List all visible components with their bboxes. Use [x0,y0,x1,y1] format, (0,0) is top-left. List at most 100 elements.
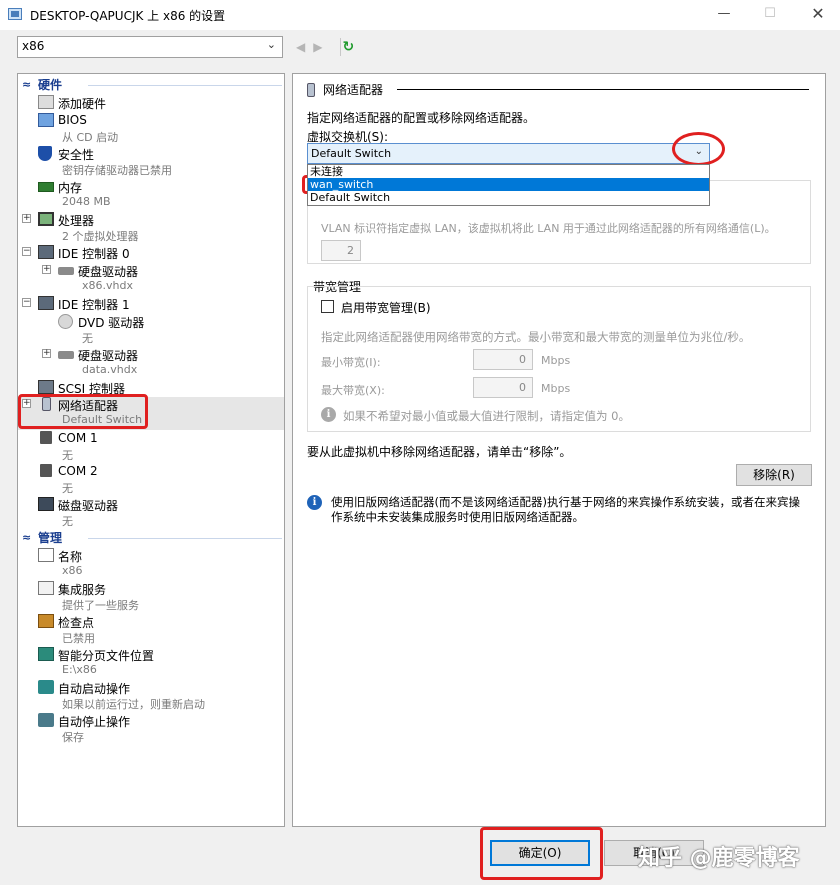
bandwidth-description: 指定此网络适配器使用网络带宽的方式。最小带宽和最大带宽的测量单位为兆位/秒。 [321,330,751,344]
header-divider [397,89,809,90]
close-button[interactable]: ✕ [806,4,830,24]
bandwidth-checkbox-label: 启用带宽管理(B) [341,301,431,315]
tree-item-checkpoints[interactable]: 检查点 已禁用 [18,614,284,647]
tree-item-processor[interactable]: + 处理器 2 个虚拟处理器 [18,212,284,245]
min-bandwidth-value: 0 [519,353,526,366]
toolbar-divider [340,38,341,56]
tree-item-label: 名称 [58,550,83,564]
min-bandwidth-label: 最小带宽(I): [321,356,381,369]
tree-item-auto-stop[interactable]: 自动停止操作 保存 [18,713,284,746]
min-bandwidth-input[interactable]: 0 [473,349,533,370]
tree-item-ide1[interactable]: − IDE 控制器 1 [18,296,284,314]
tree-item-ide0[interactable]: − IDE 控制器 0 [18,245,284,263]
max-bandwidth-input[interactable]: 0 [473,377,533,398]
maximize-button[interactable]: ☐ [758,4,782,24]
vlan-id-input[interactable]: 2 [321,240,361,261]
dropdown-option[interactable]: Default Switch [308,191,709,204]
tree-item-label: IDE 控制器 1 [58,298,130,312]
com-port-icon [40,431,52,444]
minimize-button[interactable]: — [712,4,736,24]
remove-button[interactable]: 移除(R) [736,464,812,486]
legacy-adapter-info: 使用旧版网络适配器(而不是该网络适配器)执行基于网络的来宾操作系统安装，或者在来… [331,495,800,524]
dropdown-option[interactable]: 未连接 [308,165,709,178]
tree-item-label: COM 1 [58,431,98,445]
tree-item-detail: 密钥存储驱动器已禁用 [62,164,172,177]
tree-item-label: 自动启动操作 [58,682,131,696]
category-hardware[interactable]: ≈ 硬件 [18,77,284,93]
expand-icon[interactable]: + [22,214,31,223]
tree-item-detail: 保存 [62,731,84,744]
tree-item-detail: 已禁用 [62,632,95,645]
expand-icon[interactable]: + [42,349,51,358]
tree-item-bios[interactable]: BIOS 从 CD 启动 [18,113,284,146]
tree-item-dvd[interactable]: DVD 驱动器 无 [18,314,284,347]
tree-item-label: 硬盘驱动器 [78,265,139,279]
tree-item-hdd1[interactable]: + 硬盘驱动器 data.vhdx [18,347,284,380]
category-management-label: 管理 [38,531,63,545]
tree-item-detail: 2 个虚拟处理器 [62,230,139,243]
tree-item-detail: 无 [62,515,73,528]
dropdown-option-selected[interactable]: wan_switch [308,178,709,191]
tree-item-label: 检查点 [58,616,95,630]
category-hardware-label: 硬件 [38,78,63,92]
tree-item-hdd0[interactable]: + 硬盘驱动器 x86.vhdx [18,263,284,296]
virtual-switch-select[interactable]: Default Switch ⌄ [307,143,710,164]
add-hardware-icon [38,95,54,109]
back-arrow-icon[interactable]: ◀ [296,40,305,54]
tree-item-label: IDE 控制器 0 [58,247,130,261]
bios-icon [38,113,54,127]
panel-header: 网络适配器 [307,81,383,98]
expand-icon[interactable]: + [22,399,31,408]
tree-item-network-adapter[interactable]: + 网络适配器 Default Switch [18,397,284,430]
info-icon: i [321,407,336,422]
bandwidth-limit-hint: 如果不希望对最小值或最大值进行限制，请指定值为 0。 [343,409,630,423]
ok-button[interactable]: 确定(O) [490,840,590,866]
expand-icon[interactable]: + [42,265,51,274]
ide-controller-icon [38,296,54,310]
max-bandwidth-label: 最大带宽(X): [321,384,385,397]
chevron-down-icon: ⌄ [694,146,703,157]
refresh-icon[interactable]: ↻ [342,39,354,55]
tree-item-label: 添加硬件 [58,97,107,111]
collapse-caret-icon[interactable]: ≈ [22,530,31,546]
bandwidth-checkbox[interactable] [321,300,334,313]
auto-stop-icon [38,713,54,727]
tree-item-label: 集成服务 [58,583,107,597]
vm-selector[interactable]: x86 ⌄ [17,36,283,58]
tree-item-label: 自动停止操作 [58,715,131,729]
forward-arrow-icon[interactable]: ▶ [313,40,322,54]
tree-item-detail: 无 [62,449,73,462]
panel-title: 网络适配器 [323,83,384,97]
category-management[interactable]: ≈ 管理 [18,530,284,546]
com-port-icon [40,464,52,477]
tree-item-detail: 无 [82,332,93,345]
cpu-icon [38,212,54,226]
name-icon [38,548,54,562]
tree-item-floppy[interactable]: 磁盘驱动器 无 [18,497,284,530]
smart-paging-icon [38,647,54,661]
tree-item-com2[interactable]: COM 2 无 [18,464,284,497]
remove-instructions: 要从此虚拟机中移除网络适配器，请单击“移除”。 [307,445,572,459]
tree-item-integration-services[interactable]: 集成服务 提供了一些服务 [18,581,284,614]
tree-item-label: COM 2 [58,464,98,478]
tree-item-auto-start[interactable]: 自动启动操作 如果以前运行过，则重新启动 [18,680,284,713]
tree-item-memory[interactable]: 内存 2048 MB [18,179,284,212]
vlan-description: VLAN 标识符指定虚拟 LAN，该虚拟机将此 LAN 用于通过此网络适配器的所… [321,222,776,235]
title-bar: DESKTOP-QAPUCJK 上 x86 的设置 — ☐ ✕ [0,0,840,30]
collapse-icon[interactable]: − [22,247,31,256]
collapse-caret-icon[interactable]: ≈ [22,77,31,93]
tree-item-detail: E:\x86 [62,663,97,676]
tree-item-name[interactable]: 名称 x86 [18,548,284,581]
collapse-icon[interactable]: − [22,298,31,307]
network-adapter-icon [307,82,315,97]
tree-item-label: SCSI 控制器 [58,382,125,396]
tree-item-detail: 2048 MB [62,195,111,208]
tree-item-com1[interactable]: COM 1 无 [18,431,284,464]
tree-item-scsi[interactable]: SCSI 控制器 [18,380,284,398]
tree-item-label: 安全性 [58,148,95,162]
tree-item-smart-paging[interactable]: 智能分页文件位置 E:\x86 [18,647,284,680]
tree-item-security[interactable]: 安全性 密钥存储驱动器已禁用 [18,146,284,179]
tree-item-detail: 如果以前运行过，则重新启动 [62,698,205,711]
info-icon: i [307,495,322,510]
network-adapter-panel: 网络适配器 指定网络适配器的配置或移除网络适配器。 虚拟交换机(S): Defa… [292,73,826,827]
